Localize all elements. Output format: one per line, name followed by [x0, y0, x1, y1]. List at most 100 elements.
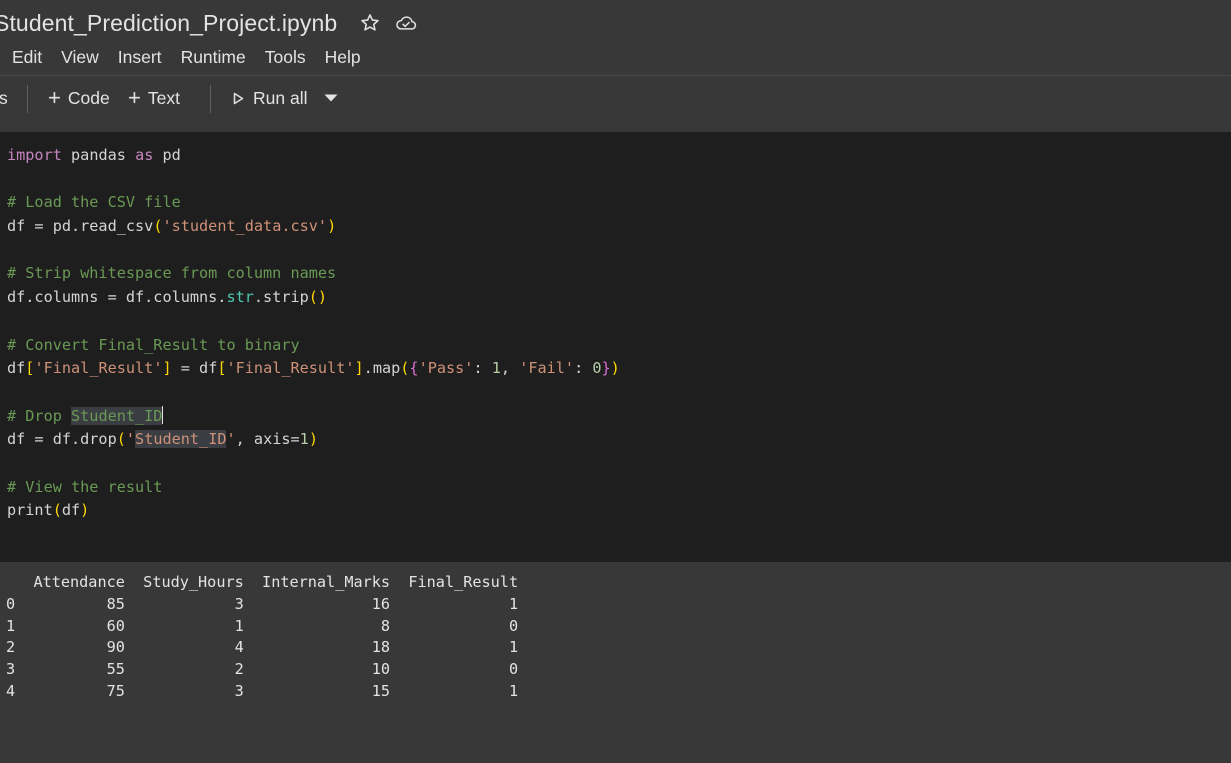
run-all-button[interactable]: Run all	[233, 85, 307, 111]
cell-value: 1	[390, 638, 519, 657]
code-line[interactable]	[7, 239, 620, 263]
code-line[interactable]: # Strip whitespace from column names	[7, 262, 620, 286]
code-token: {	[409, 359, 419, 378]
code-token: ]	[162, 359, 172, 378]
row-index: 1	[6, 616, 16, 635]
code-token: .map	[363, 359, 401, 378]
notebook-title[interactable]: Student_Prediction_Project.ipynb	[0, 10, 337, 37]
menu-runtime[interactable]: Runtime	[181, 47, 246, 68]
toolbar-divider	[27, 85, 28, 113]
run-options-dropdown[interactable]	[324, 85, 338, 111]
row-index: 0	[6, 594, 16, 613]
code-line[interactable]: # Load the CSV file	[7, 191, 620, 215]
code-line[interactable]	[7, 168, 620, 192]
add-code-button[interactable]: + Code	[48, 85, 110, 111]
toolbar-left-item[interactable]: s	[0, 85, 8, 111]
code-token: )	[308, 430, 318, 449]
code-token: (	[116, 430, 126, 449]
code-token: }	[601, 359, 611, 378]
text-cursor	[162, 405, 164, 424]
menu-insert[interactable]: Insert	[118, 47, 162, 68]
cell-value: 3	[124, 594, 244, 613]
add-text-label: Text	[147, 87, 180, 108]
code-editor[interactable]: import pandas as pd # Load the CSV file d…	[7, 144, 620, 523]
code-token: ]	[354, 359, 364, 378]
code-token: df	[61, 501, 81, 520]
cell-value: 0	[390, 660, 519, 679]
code-token: , axis=	[235, 430, 300, 449]
caret-down-icon	[324, 94, 338, 102]
code-token: '	[125, 430, 136, 449]
code-token: # Convert Final_Result to binary	[7, 335, 300, 354]
code-token: 'Final_Result'	[34, 359, 163, 378]
code-token: (	[52, 501, 62, 520]
menu-tools[interactable]: Tools	[265, 47, 306, 68]
cell-value: 55	[15, 660, 125, 679]
code-line[interactable]: df.columns = df.columns.str.strip()	[7, 286, 620, 310]
menu-bar: Edit View Insert Runtime Tools Help	[12, 44, 380, 70]
code-token: as	[135, 146, 154, 164]
row-index: 4	[6, 681, 16, 700]
cell-value: 0	[390, 616, 519, 635]
code-token: print	[7, 501, 53, 520]
run-all-label: Run all	[253, 87, 308, 108]
code-token: = df	[171, 359, 218, 378]
code-line[interactable]	[7, 452, 620, 476]
code-line[interactable]	[7, 381, 620, 405]
cell-value: 90	[15, 638, 125, 657]
title-row: Student_Prediction_Project.ipynb	[0, 8, 417, 38]
code-token: df	[7, 359, 26, 378]
code-token: [	[217, 359, 227, 378]
cell-value: 75	[15, 681, 125, 700]
code-token: .strip	[253, 288, 309, 307]
column-header: Attendance	[15, 573, 125, 591]
code-line[interactable]: df = df.drop('Student_ID', axis=1)	[7, 428, 620, 452]
cell-value: 10	[243, 660, 391, 679]
cell-value: 4	[124, 638, 244, 657]
code-cell[interactable]: import pandas as pd # Load the CSV file d…	[0, 132, 1231, 562]
cell-value: 60	[15, 616, 125, 635]
code-line[interactable]: print(df)	[7, 499, 620, 523]
code-line[interactable]: import pandas as pd	[7, 144, 620, 168]
code-line[interactable]: df = pd.read_csv('student_data.csv')	[7, 215, 620, 239]
menu-help[interactable]: Help	[325, 47, 361, 68]
output-row: 4 75 3 15 1	[6, 681, 518, 703]
output-row: 0 85 3 16 1	[6, 594, 518, 616]
code-token: pd	[162, 146, 181, 164]
code-token: Student_ID	[71, 406, 163, 425]
menu-view[interactable]: View	[61, 47, 99, 68]
code-line[interactable]: # View the result	[7, 476, 620, 500]
code-token: df = pd.read_csv	[7, 217, 154, 236]
code-line[interactable]: # Convert Final_Result to binary	[7, 334, 620, 358]
code-line[interactable]	[7, 310, 620, 334]
column-header: Internal_Marks	[243, 573, 391, 591]
column-header: Study_Hours	[124, 573, 244, 591]
plus-icon: +	[128, 85, 141, 110]
cell-value: 3	[124, 681, 244, 700]
add-text-button[interactable]: + Text	[128, 85, 180, 111]
code-token: ,	[500, 359, 520, 378]
dataframe-output: Attendance Study_Hours Internal_Marks Fi…	[6, 572, 518, 703]
code-token: 'Pass'	[418, 359, 474, 378]
play-icon	[233, 92, 244, 105]
code-token: import	[7, 146, 62, 164]
cell-value: 1	[390, 681, 519, 700]
plus-icon: +	[48, 85, 61, 110]
code-token: df = df.drop	[7, 430, 117, 449]
code-token: str	[226, 288, 254, 307]
output-header-row: Attendance Study_Hours Internal_Marks Fi…	[6, 572, 518, 594]
menu-edit[interactable]: Edit	[12, 47, 42, 68]
code-token: )	[80, 501, 90, 520]
cell-value: 16	[243, 594, 391, 613]
code-line[interactable]: # Drop Student_ID	[7, 405, 620, 429]
column-header: Final_Result	[390, 573, 519, 591]
code-line[interactable]: df['Final_Result'] = df['Final_Result'].…	[7, 357, 620, 381]
cell-output: Attendance Study_Hours Internal_Marks Fi…	[0, 562, 1231, 716]
cell-value: 15	[243, 681, 391, 700]
star-icon[interactable]	[359, 12, 381, 34]
row-index: 2	[6, 638, 16, 657]
cell-value: 1	[390, 594, 519, 613]
row-index: 3	[6, 660, 16, 679]
cloud-saved-icon[interactable]	[395, 12, 417, 34]
code-token: ()	[308, 288, 328, 307]
